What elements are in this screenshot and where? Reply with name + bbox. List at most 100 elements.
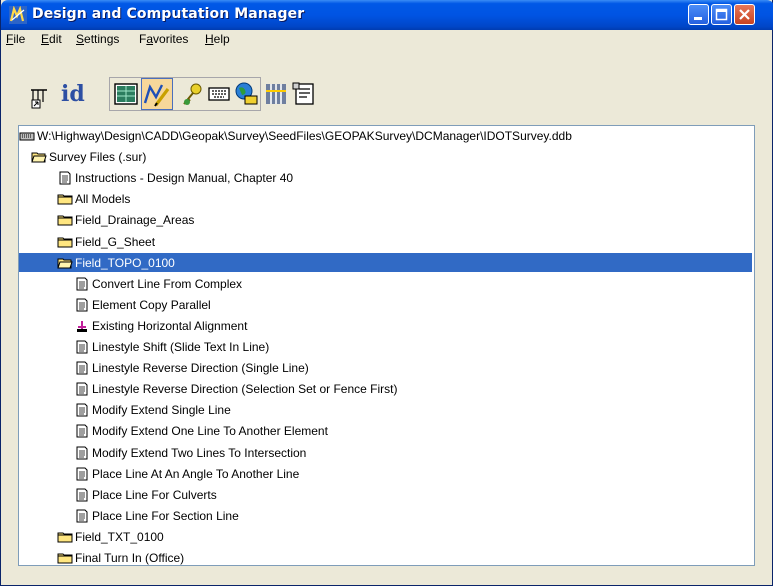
maximize-icon <box>715 8 728 21</box>
window-title: Design and Computation Manager <box>32 6 305 22</box>
tree-row[interactable]: W:\Highway\Design\CADD\Geopak\Survey\See… <box>19 127 752 146</box>
tree-row[interactable]: Place Line For Section Line <box>19 507 752 526</box>
tree-row[interactable]: Survey Files (.sur) <box>19 148 752 167</box>
folder-icon <box>57 215 73 226</box>
tree-row-label: Place Line For Section Line <box>92 508 239 523</box>
keyboard-button[interactable] <box>207 82 231 106</box>
tree-row-label: Field_TXT_0100 <box>75 529 164 544</box>
draw-mode-icon <box>143 84 170 107</box>
menu-help[interactable]: Help <box>205 32 230 46</box>
tree-row-label: Final Turn In (Office) <box>75 551 185 565</box>
settings-grid-icon <box>266 84 286 104</box>
tree-row[interactable]: Linestyle Shift (Slide Text In Line) <box>19 338 752 357</box>
tree-row[interactable]: Existing Horizontal Alignment <box>19 317 752 336</box>
menu-edit[interactable]: Edit <box>41 32 62 46</box>
document-icon <box>76 509 88 523</box>
tree-row[interactable]: Linestyle Reverse Direction (Selection S… <box>19 380 752 399</box>
tree-row-label: Element Copy Parallel <box>92 297 211 312</box>
tree-row-label: Survey Files (.sur) <box>49 150 147 165</box>
tree-row[interactable]: Place Line At An Angle To Another Line <box>19 465 752 484</box>
folder-open-icon <box>57 258 73 269</box>
tree-row[interactable]: Field_TXT_0100 <box>19 528 752 547</box>
tree-row-label: W:\Highway\Design\CADD\Geopak\Survey\See… <box>37 129 572 143</box>
menu-help-label: Help <box>205 32 230 46</box>
pointer-tool-button[interactable] <box>29 82 49 110</box>
tree-row[interactable]: Modify Extend Two Lines To Intersection <box>19 444 752 463</box>
menu-file[interactable]: File <box>6 32 25 46</box>
tree-row[interactable]: Final Turn In (Office) <box>19 549 752 565</box>
key-icon <box>183 83 202 105</box>
tree-row-label: Modify Extend Single Line <box>92 403 231 418</box>
folder-icon <box>57 553 73 564</box>
keyboard-icon <box>208 87 230 101</box>
document-icon <box>76 424 88 438</box>
close-button[interactable] <box>734 4 755 25</box>
document-icon <box>76 277 88 291</box>
draw-mode-button[interactable] <box>141 78 173 110</box>
tree-row[interactable]: Modify Extend One Line To Another Elemen… <box>19 422 752 441</box>
tree-row[interactable]: Field_Drainage_Areas <box>19 211 752 230</box>
document-icon <box>76 382 88 396</box>
document-icon <box>76 488 88 502</box>
menu-settings[interactable]: Settings <box>76 32 119 46</box>
pointer-tool-icon <box>31 89 47 109</box>
tree-row-label: Convert Line From Complex <box>92 276 243 291</box>
document-icon <box>76 446 88 459</box>
close-icon <box>739 9 750 20</box>
document-icon <box>59 171 71 185</box>
id-tool-icon: id <box>61 81 85 107</box>
tree-row-label: Field_G_Sheet <box>75 234 156 249</box>
tree-row[interactable]: Modify Extend Single Line <box>19 401 752 420</box>
tree-row-label: Instructions - Design Manual, Chapter 40 <box>75 171 294 186</box>
menu-edit-label: Edit <box>41 32 62 46</box>
properties-button[interactable] <box>291 80 317 108</box>
menu-bar: File Edit Settings Favorites Help <box>2 30 772 50</box>
database-icon <box>19 132 35 141</box>
maximize-button[interactable] <box>711 4 732 25</box>
tree-row-label: Modify Extend Two Lines To Intersection <box>92 445 307 460</box>
tree-row[interactable]: Instructions - Design Manual, Chapter 40 <box>19 169 752 188</box>
tree-row-label: Linestyle Reverse Direction (Selection S… <box>92 382 398 397</box>
table-view-button[interactable] <box>113 81 139 107</box>
toolbar: id <box>1 52 773 116</box>
title-bar[interactable]: Design and Computation Manager <box>1 0 773 30</box>
key-button[interactable] <box>179 80 205 108</box>
document-icon <box>76 340 88 354</box>
minimize-button[interactable] <box>688 4 709 25</box>
folder-icon <box>57 532 73 543</box>
tree-row-label: Field_TOPO_0100 <box>75 255 175 270</box>
folder-open-icon <box>31 152 47 163</box>
menu-favorites[interactable]: Favorites <box>139 32 188 46</box>
document-icon <box>76 298 88 312</box>
tree-row[interactable]: Field_G_Sheet <box>19 233 752 252</box>
id-tool-button[interactable]: id <box>55 80 97 108</box>
menu-favorites-label: Favorites <box>139 32 189 46</box>
tree-row[interactable]: Linestyle Reverse Direction (Single Line… <box>19 359 752 378</box>
dcm-window: Design and Computation Manager File Edit… <box>0 0 773 586</box>
tree-row[interactable]: Place Line For Culverts <box>19 486 752 505</box>
folder-icon <box>57 237 73 247</box>
document-icon <box>76 467 88 481</box>
folder-icon <box>57 194 73 205</box>
menu-file-label: File <box>6 32 26 46</box>
globe-button[interactable] <box>233 80 259 108</box>
tree-row-label: All Models <box>75 192 131 207</box>
tree-row[interactable]: Convert Line From Complex <box>19 275 752 294</box>
tree-row-label: Existing Horizontal Alignment <box>92 318 248 333</box>
alignment-icon <box>77 320 87 332</box>
tree-row[interactable]: Element Copy Parallel <box>19 296 752 315</box>
tree-row-label: Modify Extend One Line To Another Elemen… <box>92 424 328 439</box>
tree-row[interactable]: Field_TOPO_0100 <box>19 254 752 273</box>
table-view-icon <box>114 83 138 105</box>
tree-row[interactable]: All Models <box>19 190 752 209</box>
minimize-icon <box>694 17 702 20</box>
properties-icon <box>292 82 314 105</box>
document-icon <box>76 361 88 375</box>
document-icon <box>76 403 88 417</box>
settings-grid-button[interactable] <box>263 80 289 108</box>
tree-row-label: Place Line At An Angle To Another Line <box>92 466 300 481</box>
tree-row-label: Place Line For Culverts <box>92 487 217 502</box>
tree-view[interactable]: W:\Highway\Design\CADD\Geopak\Survey\See… <box>18 125 755 566</box>
globe-icon <box>235 82 258 105</box>
tree-row-label: Linestyle Reverse Direction (Single Line… <box>92 361 309 376</box>
